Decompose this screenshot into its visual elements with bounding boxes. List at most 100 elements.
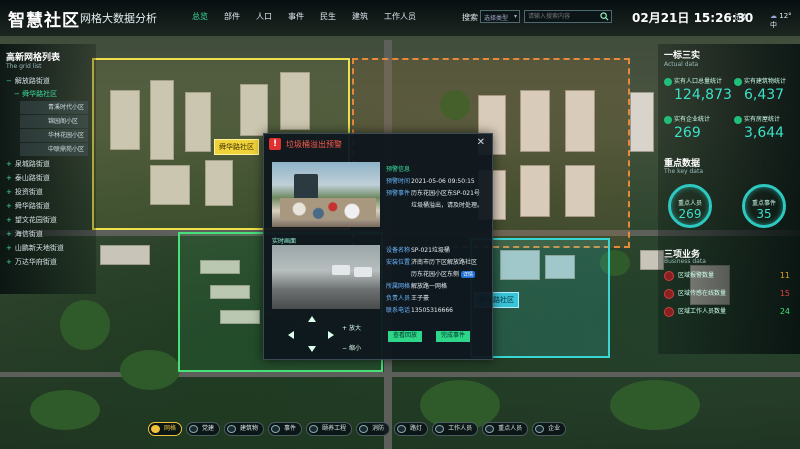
street-label: 海信街道 xyxy=(14,230,43,238)
layer-elderly-button[interactable]: 颐养工程 xyxy=(306,422,353,436)
layer-building-button[interactable]: 建筑物 xyxy=(224,422,265,436)
key-data-subtitle: The key data xyxy=(664,168,703,175)
expand-icon: + xyxy=(6,258,12,266)
grid-list-panel: 高新网格列表 The grid list − 解放路街道 − 舜华路社区 青溪时代… xyxy=(0,44,96,294)
expand-icon: + xyxy=(6,174,12,182)
map-label-community[interactable]: 舜华路社区 xyxy=(214,139,259,155)
biz-label: 区域报警数量 xyxy=(678,272,715,279)
zoom-in-label: 放大 xyxy=(348,325,361,332)
arrow-up-icon[interactable] xyxy=(308,316,316,322)
street-item[interactable]: + 泰山路街道 xyxy=(0,171,96,185)
collapse-icon: − xyxy=(6,77,12,85)
device-grid-row: 所属网格解放路一网格 xyxy=(386,281,447,290)
collapse-icon: − xyxy=(14,90,23,98)
layer-toolbar: 网格 党建 建筑物 事件 颐养工程 消防 路灯 工作人员 重点人员 企业 xyxy=(148,422,648,438)
street-item[interactable]: − 解放路街道 xyxy=(0,74,96,88)
field-value: 垃圾桶溢出，请及时处理。 xyxy=(411,202,484,209)
layer-enterprise-button[interactable]: 企业 xyxy=(532,422,567,436)
field-key: 所属网格 xyxy=(386,283,411,290)
people-icon xyxy=(664,77,672,86)
close-icon[interactable]: ✕ xyxy=(477,137,485,148)
staff-icon xyxy=(435,425,445,433)
layer-streetlight-button[interactable]: 路灯 xyxy=(394,422,429,436)
community-item[interactable]: − 舜华路社区 xyxy=(0,88,96,100)
view-playback-button[interactable]: 查看回放 xyxy=(388,331,422,342)
key-events-ring[interactable]: 重点事件 35 xyxy=(742,184,786,228)
search-input[interactable] xyxy=(524,10,612,23)
live-video-feed[interactable] xyxy=(272,245,380,309)
neighborhood-item[interactable]: 中联鼎苑小区 xyxy=(20,143,88,156)
neighborhood-item[interactable]: 华林花园小区 xyxy=(20,129,88,142)
grid-list-subtitle: The grid list xyxy=(6,63,42,70)
nav-population[interactable]: 人口 xyxy=(248,11,280,22)
live-view-label: 实时画面 xyxy=(272,238,297,245)
field-key: 安装位置 xyxy=(386,259,411,266)
street-item[interactable]: + 山鹏新天地街道 xyxy=(0,241,96,255)
nav-livelihood[interactable]: 民生 xyxy=(312,11,344,22)
nav-buildings[interactable]: 建筑 xyxy=(344,11,376,22)
alarm-popup: ! 垃圾桶溢出预警 ✕ 实时画面 + 放大 − 缩小 预警信息 预警时间2021… xyxy=(263,133,493,360)
actual-data-title: 一标三实 xyxy=(664,51,701,61)
arrow-left-icon[interactable] xyxy=(288,331,294,339)
street-item[interactable]: + 望文花园街道 xyxy=(0,213,96,227)
stat-buildings: 实有建筑物统计 6,437 xyxy=(734,76,786,103)
grid-icon xyxy=(151,425,160,433)
neighborhood-item[interactable]: 锦园阁小区 xyxy=(20,115,88,128)
street-item[interactable]: + 万达华府街道 xyxy=(0,255,96,269)
complete-event-button[interactable]: 完成事件 xyxy=(436,331,470,342)
street-item[interactable]: + 舜华路街道 xyxy=(0,199,96,213)
stat-label: 实有人口总量统计 xyxy=(674,78,723,85)
zoom-out-label: 缩小 xyxy=(348,345,361,352)
layer-keyperson-button[interactable]: 重点人员 xyxy=(482,422,529,436)
field-value: 历东花园小区东侧 xyxy=(411,271,460,278)
search-icon[interactable] xyxy=(600,12,609,21)
stat-enterprises: 实有企业统计 269 xyxy=(664,114,710,141)
street-item[interactable]: + 泉城路街道 xyxy=(0,157,96,171)
device-location-row: 安装位置济南市历下区解放路社区 xyxy=(386,257,477,266)
zoom-in-button[interactable]: + 放大 xyxy=(342,323,361,332)
search-type-select[interactable]: 选择类型 ▾ xyxy=(480,10,520,23)
street-item[interactable]: + 海信街道 xyxy=(0,227,96,241)
detail-badge[interactable]: 详情 xyxy=(461,271,476,278)
nav-components[interactable]: 部件 xyxy=(216,11,248,22)
stat-value: 124,873 xyxy=(674,86,732,103)
actual-data-subtitle: Actual data xyxy=(664,61,699,68)
warning-icon: ! xyxy=(269,138,281,150)
nav-staff[interactable]: 工作人员 xyxy=(376,11,424,22)
community-label: 舜华路社区 xyxy=(22,90,58,98)
zoom-out-button[interactable]: − 缩小 xyxy=(342,343,361,352)
tree xyxy=(60,300,110,350)
layer-event-button[interactable]: 事件 xyxy=(268,422,303,436)
neighborhood-item[interactable]: 青溪时代小区 xyxy=(20,101,88,114)
trash-bin-image xyxy=(294,174,318,200)
nav-overview[interactable]: 总览 xyxy=(184,11,216,22)
layer-label: 建筑物 xyxy=(240,425,259,432)
field-value: 解放路一网格 xyxy=(411,283,448,290)
elderly-care-icon xyxy=(309,425,319,433)
biz-alarms[interactable]: 区域报警数量 11 xyxy=(662,270,798,282)
arrow-down-icon[interactable] xyxy=(308,346,316,352)
cloud-icon: ☁ xyxy=(770,12,777,20)
key-persons-ring[interactable]: 重点人员 269 xyxy=(668,184,712,228)
biz-sensors[interactable]: 区域传感在线数量 15 xyxy=(662,288,798,300)
key-person-icon xyxy=(485,425,495,433)
layer-fire-button[interactable]: 消防 xyxy=(356,422,391,436)
tree xyxy=(30,390,100,430)
grid-list-title: 高新网格列表 xyxy=(6,53,61,63)
biz-label: 区域传感在线数量 xyxy=(678,290,727,297)
field-value: 2021-05-06 09:50:15 xyxy=(411,178,475,185)
arrow-right-icon[interactable] xyxy=(328,331,334,339)
business-subtitle: Business data xyxy=(664,258,706,265)
nav-events[interactable]: 事件 xyxy=(280,11,312,22)
biz-staff[interactable]: 区域工作人员数量 24 xyxy=(662,306,798,318)
street-item[interactable]: + 投资街道 xyxy=(0,185,96,199)
street-label: 解放路街道 xyxy=(14,77,50,85)
minus-icon: − xyxy=(342,345,349,352)
building xyxy=(630,92,654,152)
layer-party-button[interactable]: 党建 xyxy=(186,422,221,436)
layer-staff-button[interactable]: 工作人员 xyxy=(432,422,479,436)
enterprise-icon xyxy=(664,115,672,124)
stats-panel: 一标三实 Actual data 实有人口总量统计 124,873 实有建筑物统… xyxy=(658,44,800,354)
layer-grid-button[interactable]: 网格 xyxy=(148,422,183,436)
alarm-snapshot[interactable] xyxy=(272,162,380,227)
